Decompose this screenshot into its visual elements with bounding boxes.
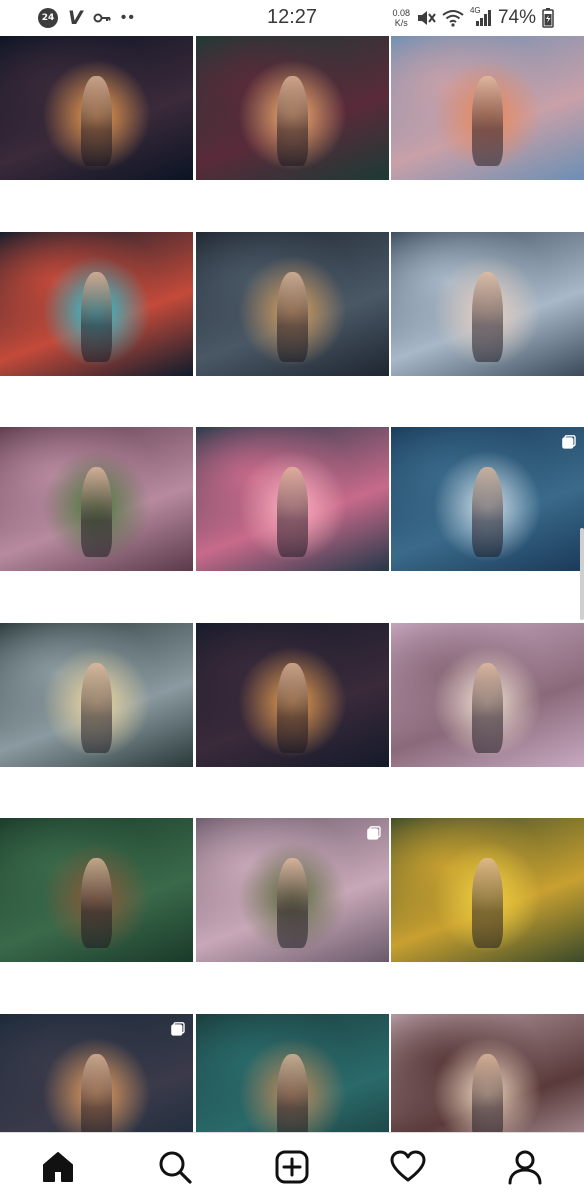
home-icon: [43, 1152, 73, 1182]
photo-tile[interactable]: [196, 36, 389, 180]
key-icon: [93, 13, 111, 23]
battery-icon: [542, 8, 554, 28]
more-notifications-icon: ••: [120, 9, 136, 26]
photo-tile[interactable]: [391, 427, 584, 571]
photo-subject: [277, 272, 308, 362]
add-post-icon: [275, 1150, 309, 1184]
photo-subject: [81, 858, 112, 948]
nav-new-post-button[interactable]: [270, 1145, 314, 1189]
photo-subject: [472, 858, 503, 948]
heart-icon: [390, 1150, 426, 1182]
photo-tile[interactable]: [196, 818, 389, 962]
network-speed: 0.08 K/s: [392, 8, 410, 28]
photo-subject: [472, 76, 503, 166]
multiple-photos-icon: [367, 826, 381, 840]
notification-badge-icon: 24: [38, 8, 58, 28]
status-left: 24 V ••: [38, 7, 136, 29]
photo-subject: [472, 663, 503, 753]
battery-percent: 74%: [497, 7, 536, 28]
photo-subject: [81, 272, 112, 362]
photo-tile[interactable]: [391, 818, 584, 962]
photo-tile[interactable]: [0, 427, 193, 571]
photo-subject: [277, 1054, 308, 1144]
profile-icon: [508, 1150, 542, 1185]
photo-tile[interactable]: [196, 232, 389, 376]
photo-subject: [81, 1054, 112, 1144]
multiple-photos-icon: [562, 435, 576, 449]
photo-tile[interactable]: [0, 623, 193, 767]
multiple-photos-icon: [171, 1022, 185, 1036]
photo-subject: [277, 858, 308, 948]
photo-subject: [277, 76, 308, 166]
photo-tile[interactable]: [391, 623, 584, 767]
search-icon: [159, 1151, 192, 1184]
photo-tile[interactable]: [0, 232, 193, 376]
mute-icon: [417, 11, 436, 25]
photo-tile[interactable]: [196, 427, 389, 571]
v-app-icon: V: [68, 7, 83, 29]
nav-profile-button[interactable]: [503, 1145, 547, 1189]
photo-subject: [81, 663, 112, 753]
photo-subject: [472, 272, 503, 362]
wifi-icon: [442, 10, 464, 27]
photo-tile[interactable]: [391, 232, 584, 376]
photo-tile[interactable]: [0, 818, 193, 962]
photo-subject: [472, 1054, 503, 1144]
photo-subject: [472, 467, 503, 557]
bottom-navigation: [0, 1132, 584, 1201]
photo-subject: [277, 663, 308, 753]
photo-subject: [81, 467, 112, 557]
nav-home-button[interactable]: [36, 1145, 80, 1189]
photo-tile[interactable]: [391, 36, 584, 180]
signal-icon: 4G: [470, 6, 492, 28]
photo-subject: [81, 76, 112, 166]
photo-subject: [277, 467, 308, 557]
photo-tile[interactable]: [0, 36, 193, 180]
status-right: 0.08 K/s 4G 74%: [392, 4, 554, 32]
scroll-indicator[interactable]: [580, 528, 584, 620]
nav-activity-button[interactable]: [386, 1145, 430, 1189]
nav-search-button[interactable]: [153, 1145, 197, 1189]
status-bar: 24 V •• 12:27 0.08 K/s 4G 74%: [0, 0, 584, 36]
photo-tile[interactable]: [196, 623, 389, 767]
